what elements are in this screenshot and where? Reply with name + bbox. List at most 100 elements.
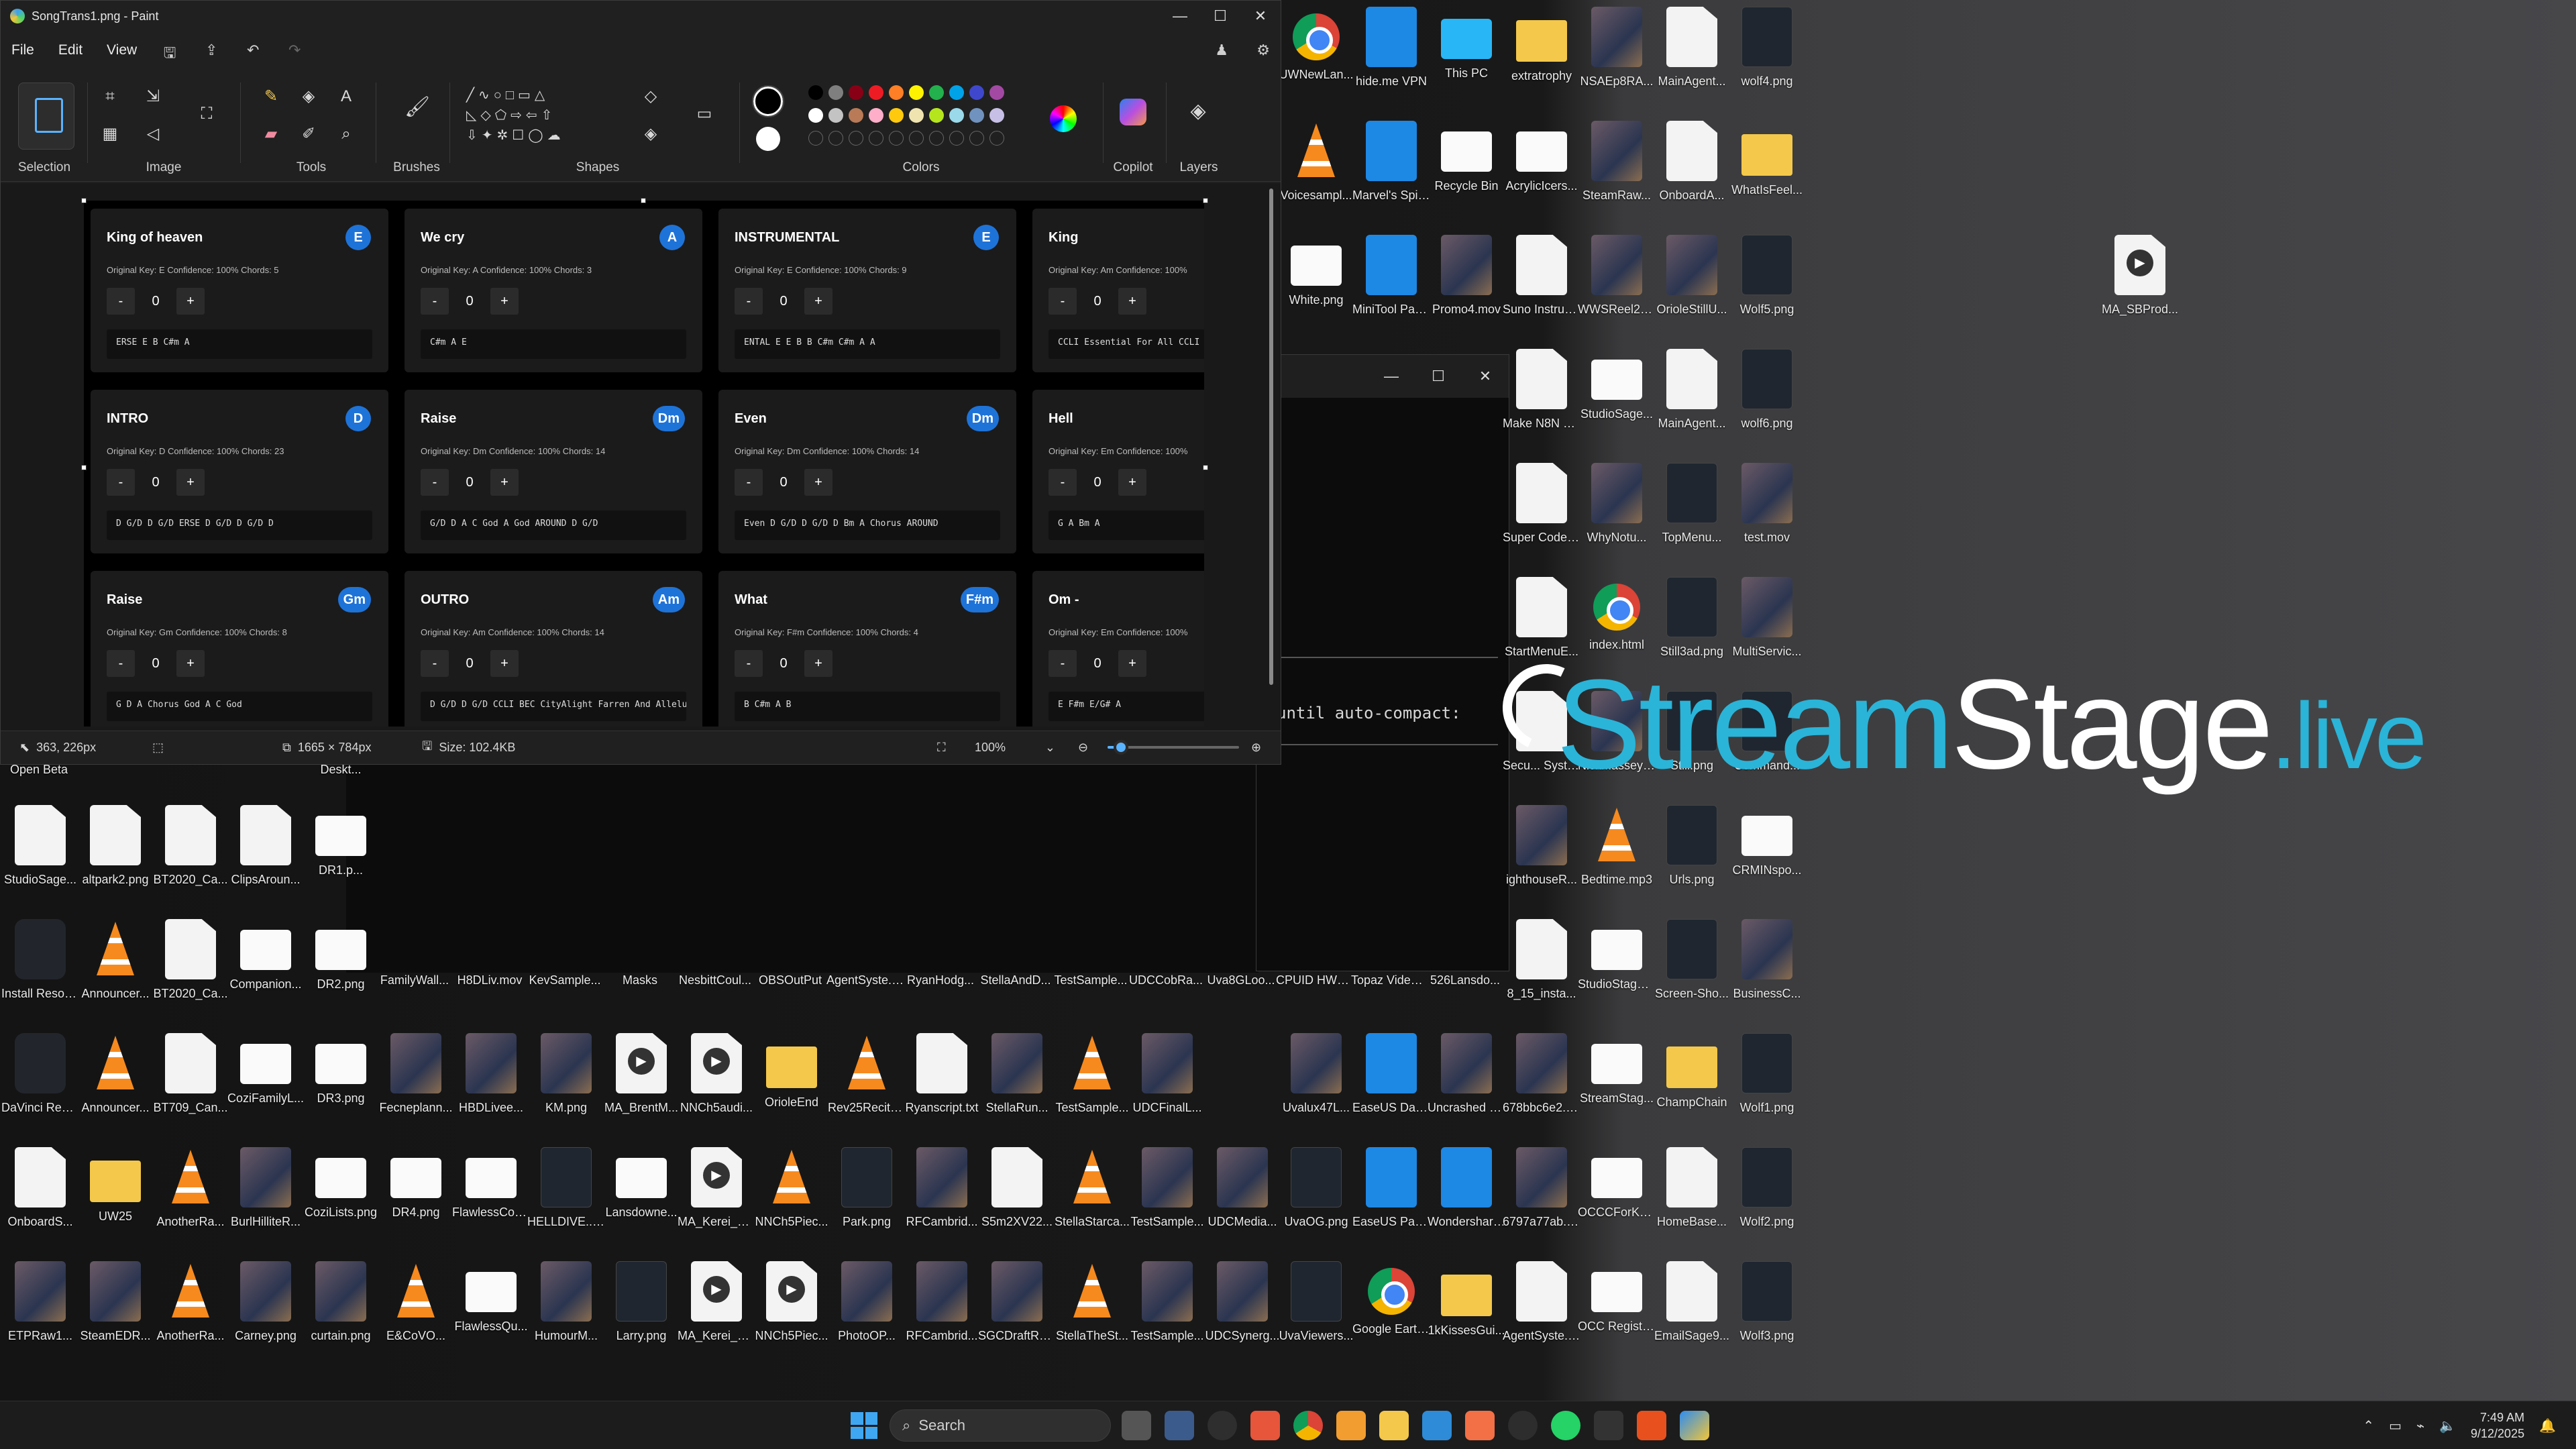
- desktop-icon[interactable]: BT2020_Ca...: [152, 919, 229, 1001]
- color-swatch[interactable]: [909, 108, 924, 123]
- terminal-titlebar[interactable]: — ☐ ✕: [1256, 355, 1509, 398]
- desktop-icon[interactable]: index.html: [1578, 577, 1656, 652]
- color-swatch[interactable]: [989, 85, 1004, 100]
- zoom-in-icon[interactable]: ⊕: [1251, 741, 1261, 755]
- flip-icon[interactable]: ◁: [142, 123, 164, 146]
- desktop-icon[interactable]: SteamEDR...: [76, 1261, 154, 1343]
- decrement-button[interactable]: -: [107, 469, 135, 496]
- desktop-icon[interactable]: E&CoVO...: [377, 1261, 455, 1343]
- desktop-icon[interactable]: Install Resolve...: [1, 919, 79, 1001]
- fill-icon[interactable]: ◈: [297, 85, 320, 108]
- menu-view[interactable]: View: [107, 42, 137, 58]
- color-swatch[interactable]: [929, 108, 944, 123]
- layers-icon[interactable]: ◈: [1187, 100, 1210, 123]
- custom-color-slot[interactable]: [828, 131, 843, 146]
- color-swatch[interactable]: [949, 85, 964, 100]
- increment-button[interactable]: +: [804, 650, 833, 677]
- magnifier-icon[interactable]: ⌕: [335, 123, 358, 146]
- desktop-icon-label[interactable]: Topaz Video AI: [1351, 973, 1429, 987]
- volume-icon[interactable]: 🔈: [2439, 1417, 2456, 1434]
- desktop-icon-label[interactable]: TestSample...: [1052, 973, 1130, 987]
- desktop-icon[interactable]: MA_SBProd...: [2101, 235, 2179, 317]
- desktop-icon[interactable]: MainAgent...: [1653, 7, 1731, 89]
- desktop-icon[interactable]: Screen-Sho...: [1653, 919, 1731, 1001]
- desktop-icon[interactable]: MiniTool Partitio...: [1352, 235, 1430, 317]
- shapes-gallery[interactable]: ╱∿○□▭△ ◺◇⬠⇨⇦⇧ ⇩✦✲☐◯☁: [466, 85, 622, 146]
- desktop-icon[interactable]: DR1.p...: [302, 805, 380, 877]
- desktop-icon[interactable]: altpark2.png: [76, 805, 154, 887]
- desktop-icon[interactable]: OnboardA...: [1653, 121, 1731, 203]
- redo-icon[interactable]: ↷: [286, 42, 303, 59]
- claude-icon[interactable]: [1465, 1411, 1495, 1440]
- desktop-icon[interactable]: ighthouseR...: [1503, 805, 1580, 887]
- custom-color-slot[interactable]: [849, 131, 863, 146]
- desktop-icon[interactable]: WWSReel2... - Copy.mov: [1578, 235, 1656, 317]
- desktop-icon-label[interactable]: AgentSyste... version=Su...: [826, 973, 904, 987]
- desktop-icon[interactable]: curtain.png: [302, 1261, 380, 1343]
- desktop-icon[interactable]: BT709_Can...: [152, 1033, 229, 1115]
- color-picker-icon[interactable]: ✐: [297, 123, 320, 146]
- desktop-icon[interactable]: Uncrashed - FPV Dron...: [1428, 1033, 1505, 1115]
- desktop-icon[interactable]: DR3.png: [302, 1033, 380, 1106]
- select-all-icon[interactable]: ▦: [99, 123, 121, 146]
- desktop-icon[interactable]: OnboardS...: [1, 1147, 79, 1229]
- desktop-icon[interactable]: WhatIsFeel...: [1728, 121, 1806, 197]
- desktop-icon[interactable]: UDCMedia...: [1203, 1147, 1281, 1229]
- desktop-icon-label[interactable]: H8DLiv.mov: [451, 973, 529, 987]
- increment-button[interactable]: +: [1118, 288, 1146, 315]
- settings-icon[interactable]: ⚙: [1254, 42, 1272, 59]
- color-swatch[interactable]: [929, 85, 944, 100]
- store-icon[interactable]: [1422, 1411, 1452, 1440]
- desktop-icon[interactable]: Wolf1.png: [1728, 1033, 1806, 1115]
- whatsapp-icon[interactable]: [1551, 1411, 1580, 1440]
- desktop-icon[interactable]: Rev25Recita...: [828, 1033, 906, 1115]
- desktop-icon[interactable]: OrioleEnd: [753, 1033, 830, 1110]
- desktop-icon-label[interactable]: KevSample...: [526, 973, 604, 987]
- clock[interactable]: 7:49 AM 9/12/2025: [2471, 1409, 2524, 1442]
- decrement-button[interactable]: -: [1049, 469, 1077, 496]
- decrement-button[interactable]: -: [107, 288, 135, 315]
- fill-shape-icon[interactable]: ◈: [639, 123, 662, 146]
- custom-color-slot[interactable]: [969, 131, 984, 146]
- obs-icon[interactable]: [1208, 1411, 1237, 1440]
- paint-titlebar[interactable]: SongTrans1.png - Paint — ☐ ✕: [1, 1, 1281, 32]
- desktop-icon[interactable]: UvaOG.png: [1277, 1147, 1355, 1229]
- custom-color-slot[interactable]: [808, 131, 823, 146]
- desktop-icon[interactable]: Larry.png: [602, 1261, 680, 1343]
- desktop-icon[interactable]: RFCambrid...: [903, 1147, 981, 1229]
- custom-color-slot[interactable]: [889, 131, 904, 146]
- desktop-icon[interactable]: Wondershare Recoverit: [1428, 1147, 1505, 1229]
- increment-button[interactable]: +: [804, 469, 833, 496]
- shape-options-icon[interactable]: ▭: [693, 103, 716, 125]
- desktop-icon-label[interactable]: CPUID HWMonitor: [1276, 973, 1354, 987]
- desktop-icon[interactable]: Promo4.mov: [1428, 235, 1505, 317]
- secondary-color[interactable]: [756, 127, 780, 151]
- desktop-icon[interactable]: NNCh5Piec...: [753, 1147, 830, 1229]
- desktop-icon[interactable]: AgentSyste... version=Su...: [1503, 1261, 1580, 1343]
- desktop-icon[interactable]: UWNewLan...: [1277, 7, 1355, 82]
- widgets-icon[interactable]: [1165, 1411, 1194, 1440]
- desktop-icon[interactable]: Urls.png: [1653, 805, 1731, 887]
- desktop-icon[interactable]: MA_Kerei_Fr...: [678, 1261, 755, 1343]
- close-icon[interactable]: ✕: [1462, 368, 1509, 385]
- custom-color-slot[interactable]: [989, 131, 1004, 146]
- decrement-button[interactable]: -: [735, 650, 763, 677]
- resize-handle[interactable]: [1203, 465, 1208, 470]
- maximize-icon[interactable]: ☐: [1415, 368, 1462, 385]
- desktop-icon-label[interactable]: RyanHodg...: [902, 973, 979, 987]
- desktop-icon[interactable]: Announcer...: [76, 1033, 154, 1115]
- desktop-icon[interactable]: Voicesampl...: [1277, 121, 1355, 203]
- desktop-icon[interactable]: EaseUS Partiti...: [1352, 1147, 1430, 1229]
- desktop-icon[interactable]: Super Code Node Inst...: [1503, 463, 1580, 545]
- desktop-icon[interactable]: hide.me VPN: [1352, 7, 1430, 89]
- desktop-icon[interactable]: EmailSage9...: [1653, 1261, 1731, 1343]
- desktop-icon[interactable]: RFCambrid...: [903, 1261, 981, 1343]
- decrement-button[interactable]: -: [1049, 288, 1077, 315]
- close-icon[interactable]: ✕: [1240, 7, 1281, 25]
- display-icon[interactable]: ▭: [2389, 1417, 2402, 1434]
- increment-button[interactable]: +: [1118, 650, 1146, 677]
- image-canvas[interactable]: King of heaven E Original Key: E Confidenc…: [84, 201, 1204, 727]
- decrement-button[interactable]: -: [421, 469, 449, 496]
- color-swatch[interactable]: [869, 108, 883, 123]
- desktop-icon[interactable]: BT2020_Ca...: [152, 805, 229, 887]
